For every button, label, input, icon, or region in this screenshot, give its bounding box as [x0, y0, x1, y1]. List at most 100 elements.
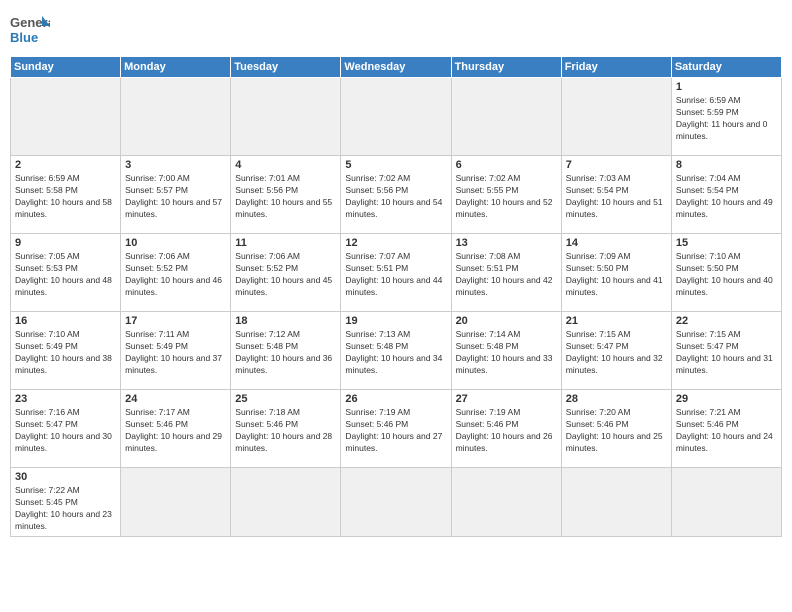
day-number: 6 [456, 159, 557, 171]
calendar-cell: 23Sunrise: 7:16 AM Sunset: 5:47 PM Dayli… [11, 390, 121, 468]
calendar: SundayMondayTuesdayWednesdayThursdayFrid… [10, 56, 782, 537]
day-number: 21 [566, 315, 667, 327]
day-info: Sunrise: 7:14 AM Sunset: 5:48 PM Dayligh… [456, 329, 557, 377]
day-info: Sunrise: 7:10 AM Sunset: 5:49 PM Dayligh… [15, 329, 116, 377]
day-info: Sunrise: 7:22 AM Sunset: 5:45 PM Dayligh… [15, 485, 116, 533]
day-info: Sunrise: 6:59 AM Sunset: 5:58 PM Dayligh… [15, 173, 116, 221]
logo-svg: General Blue [10, 14, 50, 50]
day-info: Sunrise: 7:00 AM Sunset: 5:57 PM Dayligh… [125, 173, 226, 221]
calendar-cell: 9 Sunrise: 7:05 AM Sunset: 5:53 PM Daylig… [11, 234, 121, 312]
calendar-cell: 15 Sunrise: 7:10 AM Sunset: 5:50 PM Dayli… [671, 234, 781, 312]
day-number: 16 [15, 315, 116, 327]
day-info: Sunrise: 6:59 AM Sunset: 5:59 PM Dayligh… [676, 95, 777, 143]
calendar-cell [231, 78, 341, 156]
day-number: 7 [566, 159, 667, 171]
weekday-header-sunday: Sunday [11, 57, 121, 78]
day-number: 26 [345, 393, 446, 405]
calendar-cell: 25Sunrise: 7:18 AM Sunset: 5:46 PM Dayli… [231, 390, 341, 468]
calendar-cell [231, 468, 341, 537]
week-row-6: 30 Sunrise: 7:22 AM Sunset: 5:45 PM Dayli… [11, 468, 782, 537]
calendar-cell: 3 Sunrise: 7:00 AM Sunset: 5:57 PM Daylig… [121, 156, 231, 234]
day-info: Sunrise: 7:07 AM Sunset: 5:51 PM Dayligh… [345, 251, 446, 299]
day-number: 14 [566, 237, 667, 249]
calendar-cell [11, 78, 121, 156]
week-row-5: 23Sunrise: 7:16 AM Sunset: 5:47 PM Dayli… [11, 390, 782, 468]
day-info: Sunrise: 7:02 AM Sunset: 5:55 PM Dayligh… [456, 173, 557, 221]
calendar-cell: 16 Sunrise: 7:10 AM Sunset: 5:49 PM Dayli… [11, 312, 121, 390]
calendar-cell: 10 Sunrise: 7:06 AM Sunset: 5:52 PM Dayli… [121, 234, 231, 312]
day-info: Sunrise: 7:04 AM Sunset: 5:54 PM Dayligh… [676, 173, 777, 221]
day-number: 4 [235, 159, 336, 171]
day-info: Sunrise: 7:06 AM Sunset: 5:52 PM Dayligh… [125, 251, 226, 299]
day-number: 10 [125, 237, 226, 249]
weekday-header-tuesday: Tuesday [231, 57, 341, 78]
day-info: Sunrise: 7:08 AM Sunset: 5:51 PM Dayligh… [456, 251, 557, 299]
page: General Blue SundayMondayTuesdayWednesda… [0, 0, 792, 612]
day-number: 30 [15, 471, 116, 483]
day-number: 1 [676, 81, 777, 93]
calendar-cell: 1 Sunrise: 6:59 AM Sunset: 5:59 PM Daylig… [671, 78, 781, 156]
day-number: 24 [125, 393, 226, 405]
calendar-cell: 7 Sunrise: 7:03 AM Sunset: 5:54 PM Daylig… [561, 156, 671, 234]
calendar-cell: 14 Sunrise: 7:09 AM Sunset: 5:50 PM Dayli… [561, 234, 671, 312]
day-number: 15 [676, 237, 777, 249]
day-info: Sunrise: 7:13 AM Sunset: 5:48 PM Dayligh… [345, 329, 446, 377]
calendar-body: 1 Sunrise: 6:59 AM Sunset: 5:59 PM Daylig… [11, 78, 782, 537]
day-info: Sunrise: 7:19 AM Sunset: 5:46 PM Dayligh… [456, 407, 557, 455]
calendar-cell: 8Sunrise: 7:04 AM Sunset: 5:54 PM Daylig… [671, 156, 781, 234]
day-info: Sunrise: 7:20 AM Sunset: 5:46 PM Dayligh… [566, 407, 667, 455]
weekday-header-wednesday: Wednesday [341, 57, 451, 78]
day-number: 13 [456, 237, 557, 249]
calendar-cell: 12Sunrise: 7:07 AM Sunset: 5:51 PM Dayli… [341, 234, 451, 312]
day-info: Sunrise: 7:06 AM Sunset: 5:52 PM Dayligh… [235, 251, 336, 299]
calendar-cell: 27 Sunrise: 7:19 AM Sunset: 5:46 PM Dayli… [451, 390, 561, 468]
day-number: 20 [456, 315, 557, 327]
day-info: Sunrise: 7:03 AM Sunset: 5:54 PM Dayligh… [566, 173, 667, 221]
week-row-1: 1 Sunrise: 6:59 AM Sunset: 5:59 PM Daylig… [11, 78, 782, 156]
calendar-cell: 22Sunrise: 7:15 AM Sunset: 5:47 PM Dayli… [671, 312, 781, 390]
day-info: Sunrise: 7:17 AM Sunset: 5:46 PM Dayligh… [125, 407, 226, 455]
calendar-cell: 24 Sunrise: 7:17 AM Sunset: 5:46 PM Dayli… [121, 390, 231, 468]
day-number: 23 [15, 393, 116, 405]
calendar-cell [561, 468, 671, 537]
day-number: 17 [125, 315, 226, 327]
calendar-cell [341, 78, 451, 156]
day-info: Sunrise: 7:10 AM Sunset: 5:50 PM Dayligh… [676, 251, 777, 299]
calendar-cell: 19Sunrise: 7:13 AM Sunset: 5:48 PM Dayli… [341, 312, 451, 390]
day-number: 29 [676, 393, 777, 405]
week-row-3: 9 Sunrise: 7:05 AM Sunset: 5:53 PM Daylig… [11, 234, 782, 312]
day-number: 27 [456, 393, 557, 405]
week-row-2: 2 Sunrise: 6:59 AM Sunset: 5:58 PM Daylig… [11, 156, 782, 234]
logo: General Blue [10, 14, 50, 50]
calendar-cell: 21 Sunrise: 7:15 AM Sunset: 5:47 PM Dayli… [561, 312, 671, 390]
day-info: Sunrise: 7:11 AM Sunset: 5:49 PM Dayligh… [125, 329, 226, 377]
header-area: General Blue [10, 10, 782, 50]
weekday-header-saturday: Saturday [671, 57, 781, 78]
calendar-cell: 26Sunrise: 7:19 AM Sunset: 5:46 PM Dayli… [341, 390, 451, 468]
weekday-header-monday: Monday [121, 57, 231, 78]
svg-text:Blue: Blue [10, 30, 38, 45]
calendar-cell [451, 78, 561, 156]
day-number: 5 [345, 159, 446, 171]
calendar-cell: 28 Sunrise: 7:20 AM Sunset: 5:46 PM Dayli… [561, 390, 671, 468]
day-number: 22 [676, 315, 777, 327]
calendar-cell: 29 Sunrise: 7:21 AM Sunset: 5:46 PM Dayli… [671, 390, 781, 468]
calendar-cell [121, 78, 231, 156]
calendar-cell: 20 Sunrise: 7:14 AM Sunset: 5:48 PM Dayli… [451, 312, 561, 390]
calendar-cell [561, 78, 671, 156]
day-info: Sunrise: 7:01 AM Sunset: 5:56 PM Dayligh… [235, 173, 336, 221]
calendar-cell: 2 Sunrise: 6:59 AM Sunset: 5:58 PM Daylig… [11, 156, 121, 234]
day-number: 9 [15, 237, 116, 249]
calendar-cell: 18Sunrise: 7:12 AM Sunset: 5:48 PM Dayli… [231, 312, 341, 390]
day-info: Sunrise: 7:15 AM Sunset: 5:47 PM Dayligh… [566, 329, 667, 377]
calendar-cell [671, 468, 781, 537]
day-info: Sunrise: 7:21 AM Sunset: 5:46 PM Dayligh… [676, 407, 777, 455]
day-info: Sunrise: 7:09 AM Sunset: 5:50 PM Dayligh… [566, 251, 667, 299]
week-row-4: 16 Sunrise: 7:10 AM Sunset: 5:49 PM Dayli… [11, 312, 782, 390]
day-number: 2 [15, 159, 116, 171]
day-number: 3 [125, 159, 226, 171]
calendar-cell: 30 Sunrise: 7:22 AM Sunset: 5:45 PM Dayli… [11, 468, 121, 537]
day-number: 28 [566, 393, 667, 405]
day-info: Sunrise: 7:05 AM Sunset: 5:53 PM Dayligh… [15, 251, 116, 299]
day-info: Sunrise: 7:18 AM Sunset: 5:46 PM Dayligh… [235, 407, 336, 455]
